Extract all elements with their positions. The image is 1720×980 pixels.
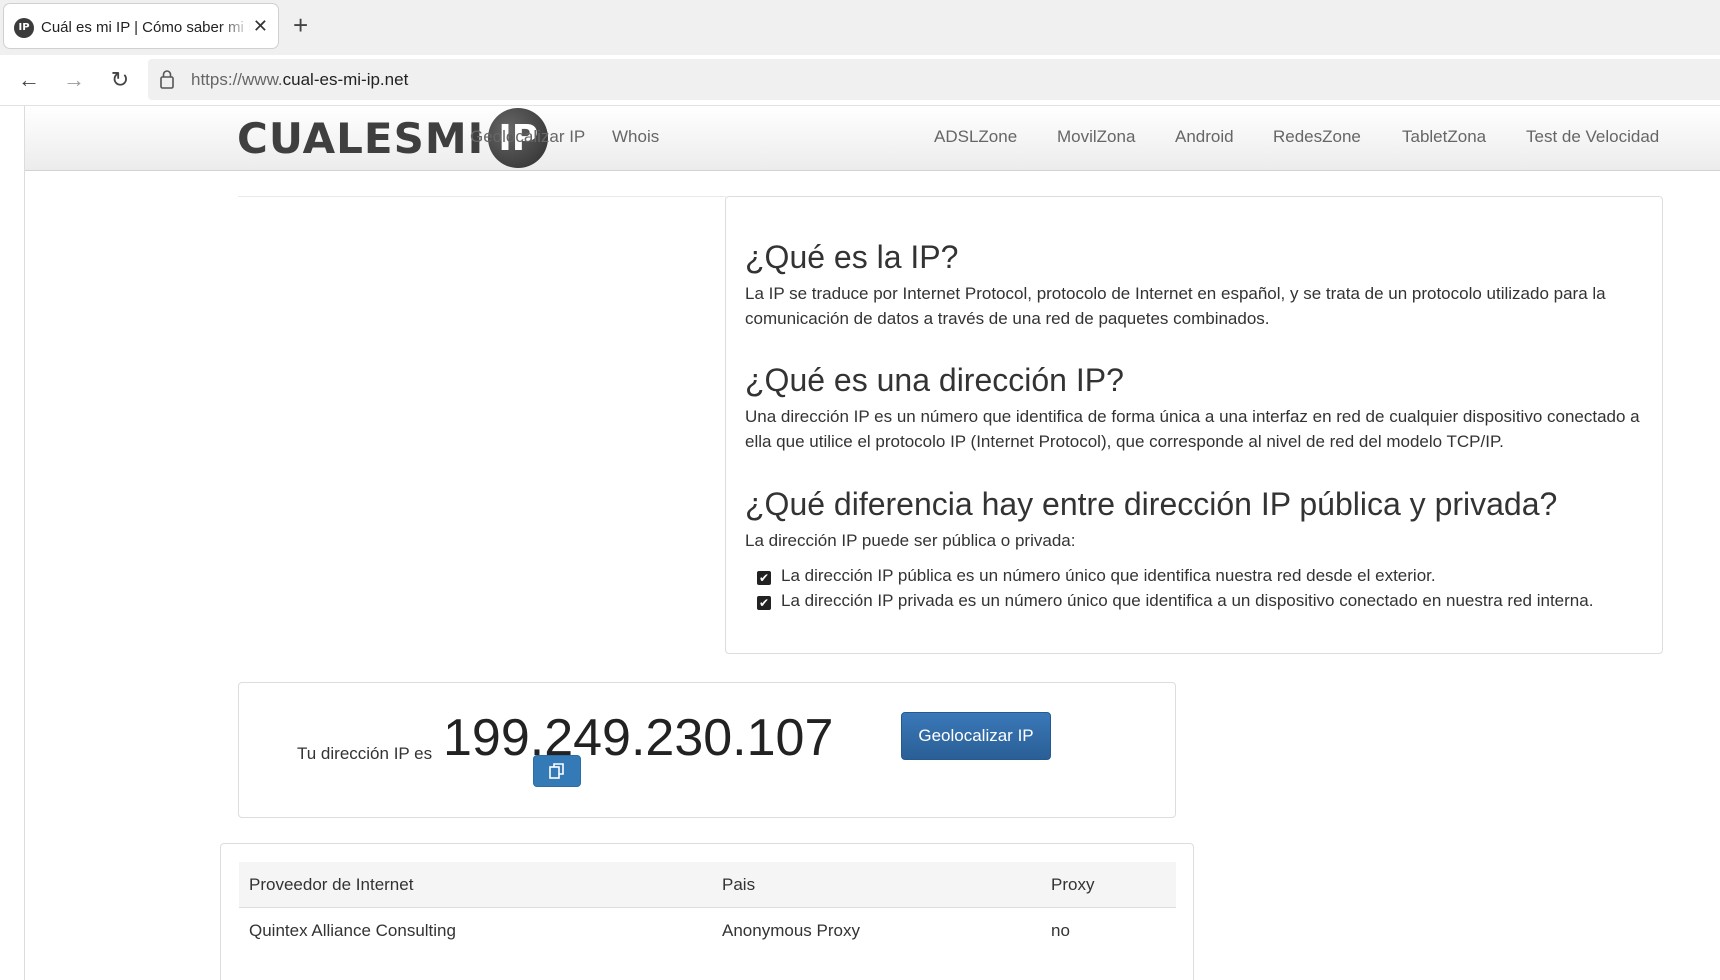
- cell-pais: Anonymous Proxy: [722, 921, 860, 940]
- column-header-proxy: Proxy: [1041, 862, 1176, 908]
- tab-title: Cuál es mi IP | Cómo saber mi IP: [41, 19, 251, 36]
- address-bar[interactable]: https://www.cual-es-mi-ip.net: [148, 59, 1720, 100]
- reload-icon[interactable]: ↻: [106, 67, 134, 93]
- paragraph-que-es-la-ip: La IP se traduce por Internet Protocol, …: [745, 284, 1606, 328]
- nav-link-adslzone[interactable]: ADSLZone: [934, 127, 1017, 147]
- new-tab-icon[interactable]: +: [293, 10, 308, 40]
- url-text: https://www.cual-es-mi-ip.net: [191, 70, 409, 89]
- nav-link-redeszone[interactable]: RedesZone: [1273, 127, 1361, 147]
- back-arrow-icon[interactable]: ←: [15, 67, 43, 93]
- browser-tab[interactable]: IP Cuál es mi IP | Cómo saber mi IP ✕: [3, 3, 279, 49]
- logo-wordmark: CUALESMI: [237, 113, 485, 163]
- checkbox-checked-icon: ✔: [757, 571, 771, 585]
- ip-panel: Tu dirección IP es 199.249.230.107 Geolo…: [238, 682, 1176, 818]
- nav-link-android[interactable]: Android: [1175, 127, 1234, 147]
- ip-label: Tu dirección IP es: [297, 744, 433, 763]
- table-row: Quintex Alliance Consulting Anonymous Pr…: [239, 908, 1176, 955]
- list-item-text: La dirección IP pública es un número úni…: [781, 566, 1436, 585]
- list-item: ✔ La dirección IP pública es un número ún…: [757, 566, 1436, 586]
- isp-table-panel: Proveedor de Internet Pais Proxy Quintex…: [220, 843, 1194, 980]
- column-header-pais: Pais: [712, 862, 1041, 908]
- nav-link-whois[interactable]: Whois: [612, 127, 659, 147]
- nav-link-tabletzona[interactable]: TabletZona: [1402, 127, 1486, 147]
- heading-direccion-ip: ¿Qué es una dirección IP?: [745, 362, 1124, 398]
- heading-que-es-la-ip: ¿Qué es la IP?: [745, 239, 959, 275]
- site-favicon-icon: IP: [14, 18, 34, 38]
- ip-address-value: 199.249.230.107: [443, 709, 834, 767]
- column-header-proveedor: Proveedor de Internet: [239, 862, 712, 908]
- table-header-row: Proveedor de Internet Pais Proxy: [239, 862, 1176, 908]
- list-item-text: La dirección IP privada es un número úni…: [781, 591, 1594, 610]
- web-page: CUALESMI IP Geolocalizar IP Whois ADSLZo…: [0, 106, 1720, 980]
- copy-ip-button[interactable]: [533, 755, 581, 787]
- site-navbar: CUALESMI IP Geolocalizar IP Whois ADSLZo…: [25, 106, 1720, 171]
- info-panel: ¿Qué es la IP? La IP se traduce por Inte…: [725, 196, 1663, 654]
- heading-publica-privada: ¿Qué diferencia hay entre dirección IP p…: [745, 486, 1558, 522]
- nav-link-movilzona[interactable]: MovilZona: [1057, 127, 1135, 147]
- browser-tab-strip: IP Cuál es mi IP | Cómo saber mi IP ✕ +: [0, 0, 1720, 55]
- lock-icon: [160, 70, 174, 89]
- geolocate-ip-button[interactable]: Geolocalizar IP: [901, 712, 1051, 760]
- paragraph-publica-privada: La dirección IP puede ser pública o priv…: [745, 531, 1076, 550]
- forward-arrow-icon[interactable]: →: [60, 67, 88, 93]
- cell-proxy: no: [1051, 921, 1070, 940]
- close-tab-icon[interactable]: ✕: [253, 16, 268, 36]
- list-item: ✔ La dirección IP privada es un número ún…: [757, 591, 1593, 611]
- isp-table: Proveedor de Internet Pais Proxy Quintex…: [239, 862, 1176, 954]
- checkbox-checked-icon: ✔: [757, 596, 771, 610]
- copy-icon: [549, 763, 564, 779]
- paragraph-direccion-ip: Una dirección IP es un número que identi…: [745, 407, 1640, 451]
- cell-proveedor: Quintex Alliance Consulting: [249, 921, 456, 940]
- divider: [238, 196, 726, 197]
- page-left-border: [24, 106, 25, 980]
- browser-toolbar: ← → ↻ https://www.cual-es-mi-ip.net: [0, 55, 1720, 106]
- nav-link-test-de-velocidad[interactable]: Test de Velocidad: [1526, 127, 1659, 147]
- nav-link-geolocalizar-ip[interactable]: Geolocalizar IP: [470, 127, 585, 147]
